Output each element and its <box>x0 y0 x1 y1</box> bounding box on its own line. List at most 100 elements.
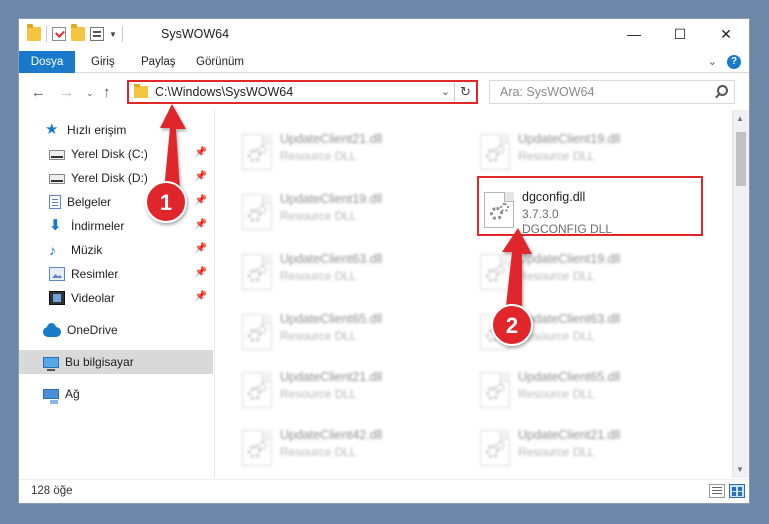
sidebar-item-label: İndirmeler <box>71 219 125 233</box>
pin-icon[interactable]: 📌 <box>195 291 207 302</box>
file-item[interactable]: UpdateClient21.dll Resource DLL <box>474 424 694 474</box>
star-icon: ★ <box>45 121 59 138</box>
file-list: UpdateClient21.dll Resource DLL UpdateCl… <box>216 110 732 478</box>
address-dropdown-icon[interactable]: ⌄ <box>441 85 450 98</box>
music-icon: ♪ <box>49 242 56 258</box>
tab-file[interactable]: Dosya <box>19 51 75 73</box>
file-name: UpdateClient63.dll <box>518 312 621 326</box>
pin-icon[interactable]: 📌 <box>195 147 207 158</box>
sidebar-item-onedrive[interactable]: OneDrive <box>19 318 213 342</box>
sidebar-item-disk-c[interactable]: Yerel Disk (C:) 📌 <box>19 142 213 166</box>
file-item[interactable]: UpdateClient19.dll Resource DLL <box>474 248 694 298</box>
dll-file-icon <box>242 372 272 408</box>
sidebar-item-label: Videolar <box>71 291 115 305</box>
dll-file-icon <box>242 430 272 466</box>
scroll-down-icon[interactable]: ▼ <box>736 465 744 474</box>
file-type: Resource DLL <box>280 329 357 343</box>
sidebar-item-network[interactable]: Ağ <box>19 382 213 406</box>
sidebar-item-label: Yerel Disk (C:) <box>71 147 148 161</box>
properties-check-icon[interactable] <box>52 27 66 41</box>
pin-icon[interactable]: 📌 <box>195 219 207 230</box>
pin-icon[interactable]: 📌 <box>195 195 207 206</box>
file-type: Resource DLL <box>280 209 357 223</box>
sidebar-item-label: Yerel Disk (D:) <box>71 171 148 185</box>
search-placeholder: Ara: SysWOW64 <box>500 85 595 99</box>
file-type: Resource DLL <box>280 445 357 459</box>
sidebar-item-label: Resimler <box>71 267 119 281</box>
quick-access-toolbar: ▼ <box>27 24 123 42</box>
sidebar-item-music[interactable]: ♪ Müzik 📌 <box>19 238 213 262</box>
tab-view[interactable]: Görünüm <box>196 51 244 73</box>
file-item[interactable]: UpdateClient21.dll Resource DLL <box>236 128 456 178</box>
back-arrow-icon[interactable]: ← <box>31 84 46 101</box>
scroll-up-icon[interactable]: ▲ <box>736 114 744 123</box>
ribbon: Dosya Giriş Paylaş Görünüm ⌄ ? <box>19 51 749 73</box>
dll-file-icon <box>480 372 510 408</box>
highlight-box-dgconfig <box>477 176 703 236</box>
explorer-window: ▼ SysWOW64 — ☐ ✕ Dosya Giriş Paylaş Görü… <box>18 18 750 504</box>
file-name: UpdateClient21.dll <box>280 132 383 146</box>
file-name: UpdateClient65.dll <box>518 370 621 384</box>
toolbar-separator <box>46 26 47 42</box>
file-item[interactable]: UpdateClient19.dll Resource DLL <box>474 128 694 178</box>
file-name: UpdateClient63.dll <box>280 252 383 266</box>
tab-share[interactable]: Paylaş <box>141 51 176 73</box>
file-item[interactable]: UpdateClient21.dll Resource DLL <box>236 366 456 416</box>
search-input[interactable]: Ara: SysWOW64 <box>489 80 735 104</box>
file-item[interactable]: UpdateClient65.dll Resource DLL <box>236 308 456 358</box>
navigation-bar: ← → ⌄ ↑ C:\Windows\SysWOW64 ⌄ ↻ Ara: Sys… <box>19 74 749 110</box>
sidebar-item-quick-access[interactable]: ★ Hızlı erişim <box>19 118 213 142</box>
help-icon[interactable]: ? <box>727 55 741 69</box>
network-icon <box>43 389 59 404</box>
customize-caret-icon[interactable]: ▼ <box>109 30 117 39</box>
pin-icon[interactable]: 📌 <box>195 267 207 278</box>
recent-locations-icon[interactable]: ⌄ <box>86 88 94 99</box>
file-name: UpdateClient65.dll <box>280 312 383 326</box>
sidebar-item-this-pc[interactable]: Bu bilgisayar <box>19 350 213 374</box>
tab-home[interactable]: Giriş <box>91 51 115 73</box>
expand-ribbon-icon[interactable]: ⌄ <box>708 55 717 69</box>
sidebar-item-videos[interactable]: Videolar 📌 <box>19 286 213 310</box>
file-name: UpdateClient19.dll <box>518 132 621 146</box>
address-bar[interactable]: C:\Windows\SysWOW64 ⌄ ↻ <box>127 80 478 104</box>
view-buttons <box>709 484 745 498</box>
file-type: Resource DLL <box>280 387 357 401</box>
file-name: UpdateClient42.dll <box>280 428 383 442</box>
folder-icon[interactable] <box>27 24 41 41</box>
pictures-icon <box>49 267 65 281</box>
pin-icon[interactable]: 📌 <box>195 243 207 254</box>
file-name: UpdateClient21.dll <box>280 370 383 384</box>
sidebar-item-label: Ağ <box>65 387 80 401</box>
title-bar: ▼ SysWOW64 — ☐ ✕ <box>19 19 749 51</box>
dll-file-icon <box>480 314 510 350</box>
refresh-icon[interactable]: ↻ <box>454 82 476 102</box>
maximize-button[interactable]: ☐ <box>657 19 703 49</box>
address-path[interactable]: C:\Windows\SysWOW64 <box>155 85 293 99</box>
file-item[interactable]: UpdateClient42.dll Resource DLL <box>236 424 456 474</box>
large-icons-view-icon[interactable] <box>729 484 745 498</box>
file-item[interactable]: UpdateClient19.dll Resource DLL <box>236 188 456 238</box>
file-item[interactable]: UpdateClient63.dll Resource DLL <box>236 248 456 298</box>
sidebar-item-downloads[interactable]: ⬇ İndirmeler 📌 <box>19 214 213 238</box>
close-button[interactable]: ✕ <box>703 19 749 49</box>
file-item[interactable]: UpdateClient63.dll Resource DLL <box>474 308 694 358</box>
new-folder-icon[interactable] <box>71 24 85 41</box>
up-arrow-icon[interactable]: ↑ <box>103 84 111 101</box>
vertical-scrollbar[interactable]: ▲ ▼ <box>732 110 749 478</box>
drive-icon <box>49 174 65 184</box>
details-view-icon[interactable] <box>709 484 725 498</box>
file-type: Resource DLL <box>518 329 595 343</box>
sidebar-item-disk-d[interactable]: Yerel Disk (D:) 📌 <box>19 166 213 190</box>
forward-arrow-icon[interactable]: → <box>59 84 74 101</box>
minimize-button[interactable]: — <box>611 19 657 49</box>
drive-icon <box>49 150 65 160</box>
sidebar-item-label: Müzik <box>71 243 103 257</box>
sidebar-item-pictures[interactable]: Resimler 📌 <box>19 262 213 286</box>
scrollbar-thumb[interactable] <box>736 132 746 186</box>
pin-icon[interactable]: 📌 <box>195 171 207 182</box>
dll-file-icon <box>242 314 272 350</box>
customize-icon[interactable] <box>90 27 104 41</box>
search-icon[interactable] <box>717 85 728 96</box>
file-item[interactable]: UpdateClient65.dll Resource DLL <box>474 366 694 416</box>
sidebar-item-documents[interactable]: Belgeler 📌 <box>19 190 213 214</box>
